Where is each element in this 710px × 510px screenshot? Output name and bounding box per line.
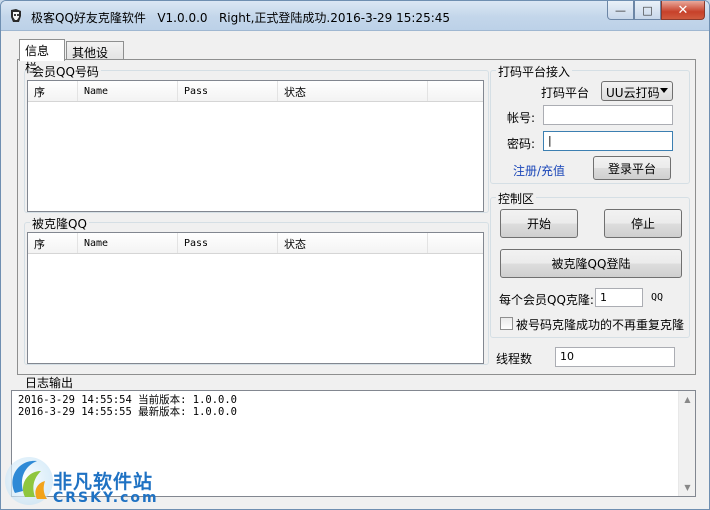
app-icon	[11, 9, 21, 22]
column-index[interactable]: 序	[28, 233, 78, 253]
close-button[interactable]: ✕	[661, 1, 705, 20]
cloned-qq-group: 被克隆QQ 序 Name Pass 状态	[24, 215, 489, 365]
title-bar[interactable]: 极客QQ好友克隆软件 V1.0.0.0 Right,正式登陆成功.2016-3-…	[1, 1, 709, 31]
control-group-title: 控制区	[496, 190, 537, 207]
column-status[interactable]: 状态	[278, 81, 428, 101]
cloned-qq-group-title: 被克隆QQ	[30, 215, 89, 232]
minimize-icon: —	[615, 3, 626, 17]
chevron-down-icon	[660, 88, 668, 93]
platform-select-value: UU云打码	[606, 86, 660, 100]
control-group: 控制区 开始 停止 被克隆QQ登陆 每个会员QQ克隆: 1 QQ 被号码克隆成功…	[490, 190, 690, 338]
minimize-button[interactable]: —	[607, 1, 634, 20]
watermark-subtitle: CRSKY.com	[53, 490, 159, 506]
scroll-down-icon[interactable]: ▼	[679, 479, 696, 496]
column-name[interactable]: Name	[78, 81, 178, 101]
member-qq-group: 会员QQ号码 序 Name Pass 状态	[24, 63, 489, 213]
log-line: 2016-3-29 14:55:55 最新版本: 1.0.0.0	[18, 406, 238, 418]
main-window: 极客QQ好友克隆软件 V1.0.0.0 Right,正式登陆成功.2016-3-…	[0, 0, 710, 510]
platform-group-title: 打码平台接入	[496, 63, 573, 80]
scroll-up-icon[interactable]: ▲	[679, 391, 696, 408]
window-controls: — □ ✕	[607, 1, 705, 21]
log-lines: 2016-3-29 14:55:54 当前版本: 1.0.0.0 2016-3-…	[12, 391, 695, 418]
member-qq-group-title: 会员QQ号码	[30, 63, 101, 80]
window-title: 极客QQ好友克隆软件 V1.0.0.0 Right,正式登陆成功.2016-3-…	[31, 11, 451, 25]
password-input[interactable]: |	[543, 131, 673, 151]
platform-label: 打码平台	[541, 86, 590, 100]
per-member-clone-input[interactable]: 1	[595, 288, 643, 307]
login-platform-button[interactable]: 登录平台	[593, 156, 671, 180]
no-repeat-clone-label: 被号码克隆成功的不再重复克隆	[516, 318, 685, 332]
no-repeat-clone-checkbox[interactable]	[500, 317, 513, 330]
tab-other-settings[interactable]: 其他设置	[66, 41, 124, 77]
log-line: 2016-3-29 14:55:54 当前版本: 1.0.0.0	[18, 394, 238, 406]
per-member-clone-unit: QQ	[651, 292, 664, 303]
member-qq-list[interactable]: 序 Name Pass 状态	[27, 80, 484, 212]
member-qq-list-header: 序 Name Pass 状态	[28, 81, 483, 102]
account-label: 帐号:	[507, 111, 536, 125]
password-label: 密码:	[507, 137, 536, 151]
register-recharge-link[interactable]: 注册/充值	[513, 162, 565, 179]
cloned-qq-login-button[interactable]: 被克隆QQ登陆	[500, 249, 682, 278]
close-icon: ✕	[677, 2, 689, 18]
column-index[interactable]: 序	[28, 81, 78, 101]
column-pass[interactable]: Pass	[178, 81, 278, 101]
log-scrollbar[interactable]: ▲ ▼	[678, 391, 695, 496]
start-button[interactable]: 开始	[500, 209, 578, 238]
platform-group: 打码平台接入 打码平台 UU云打码 帐号: 密码: | 注册/充值 登录平台	[490, 63, 690, 184]
column-status[interactable]: 状态	[278, 233, 428, 253]
maximize-icon: □	[642, 3, 653, 17]
thread-count-input[interactable]: 10	[555, 347, 675, 367]
platform-select[interactable]: UU云打码	[601, 81, 673, 101]
account-input[interactable]	[543, 105, 673, 125]
tab-info[interactable]: 信息栏	[19, 39, 65, 75]
log-output-title: 日志输出	[25, 376, 74, 390]
thread-count-label: 线程数	[496, 352, 533, 366]
cloned-qq-list[interactable]: 序 Name Pass 状态	[27, 232, 484, 364]
per-member-clone-label: 每个会员QQ克隆:	[499, 293, 594, 307]
stop-button[interactable]: 停止	[604, 209, 682, 238]
column-name[interactable]: Name	[78, 233, 178, 253]
tab-panel-info: 会员QQ号码 序 Name Pass 状态 被克隆QQ 序 Name Pass …	[17, 59, 696, 375]
cloned-qq-list-header: 序 Name Pass 状态	[28, 233, 483, 254]
column-pass[interactable]: Pass	[178, 233, 278, 253]
maximize-button[interactable]: □	[634, 1, 661, 20]
